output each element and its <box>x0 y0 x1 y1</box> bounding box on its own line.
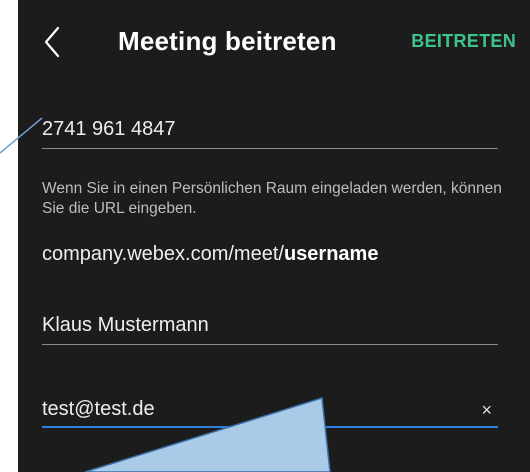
url-username: username <box>283 243 379 265</box>
join-button[interactable]: BEITRETEN <box>411 31 516 52</box>
chevron-left-icon <box>44 26 60 58</box>
page-title: Meeting beitreten <box>118 26 337 56</box>
email-field[interactable]: test@test.de × <box>42 398 498 430</box>
meeting-number-value[interactable]: 2741 961 4847 <box>42 118 498 141</box>
email-value[interactable]: test@test.de <box>42 398 498 421</box>
name-value[interactable]: Klaus Mustermann <box>42 314 498 337</box>
field-underline-active <box>42 426 498 428</box>
close-icon[interactable]: × <box>481 400 492 421</box>
join-meeting-screen: Meeting beitreten BEITRETEN 2741 961 484… <box>18 0 530 472</box>
back-button[interactable] <box>38 22 70 62</box>
meeting-number-field[interactable]: 2741 961 4847 <box>42 118 498 150</box>
url-prefix: company.webex.com/meet/ <box>42 243 284 265</box>
personal-room-url-example: company.webex.com/meet/username <box>42 243 378 266</box>
app-header: Meeting beitreten BEITRETEN <box>18 0 530 84</box>
personal-room-hint: Wenn Sie in einen Persönlichen Raum eing… <box>42 180 502 217</box>
field-underline <box>42 148 498 149</box>
field-underline <box>42 344 498 345</box>
name-field[interactable]: Klaus Mustermann <box>42 314 498 346</box>
